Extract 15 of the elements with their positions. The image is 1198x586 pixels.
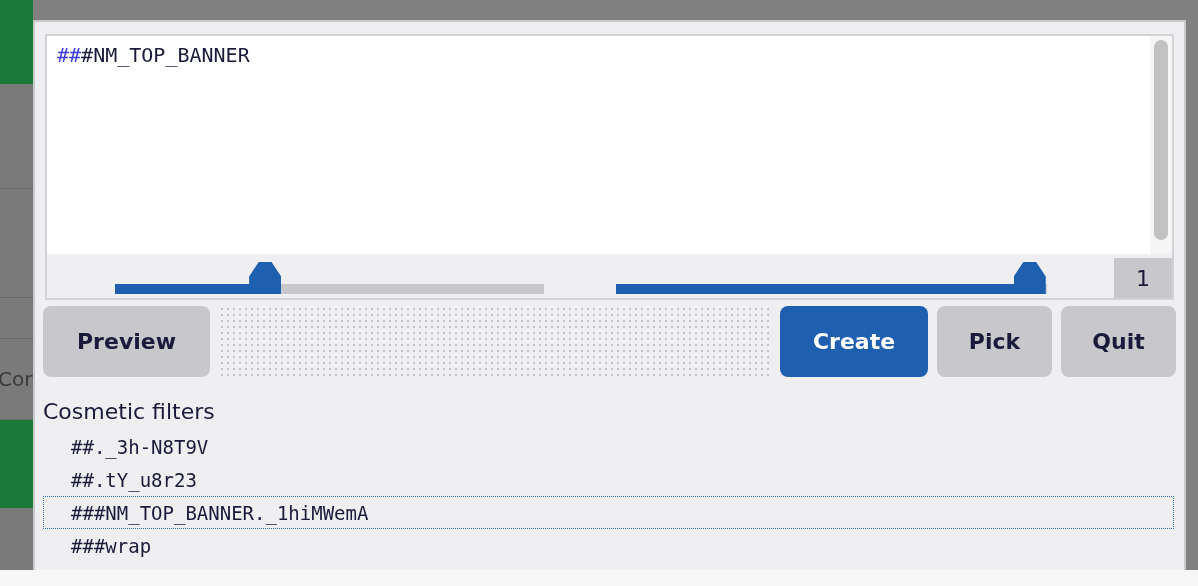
- filter-item[interactable]: ##._3h-N8T9V: [43, 430, 1174, 463]
- quit-button[interactable]: Quit: [1061, 306, 1176, 377]
- slider-thumb[interactable]: [249, 262, 282, 294]
- create-button[interactable]: Create: [780, 306, 928, 377]
- slider-thumb[interactable]: [1013, 262, 1046, 294]
- preview-button[interactable]: Preview: [43, 306, 210, 377]
- pick-button[interactable]: Pick: [937, 306, 1052, 377]
- section-title: Cosmetic filters: [43, 399, 216, 424]
- slider[interactable]: [115, 262, 544, 294]
- filter-item[interactable]: ###NM_TOP_BANNER._1hiMWemA: [43, 496, 1174, 529]
- filter-item[interactable]: ##.tY_u8r23: [43, 463, 1174, 496]
- filter-item[interactable]: ###wrap: [43, 529, 1174, 562]
- match-count: 1: [1114, 258, 1172, 298]
- slider[interactable]: [616, 262, 1047, 294]
- scrollbar-thumb[interactable]: [1154, 40, 1168, 240]
